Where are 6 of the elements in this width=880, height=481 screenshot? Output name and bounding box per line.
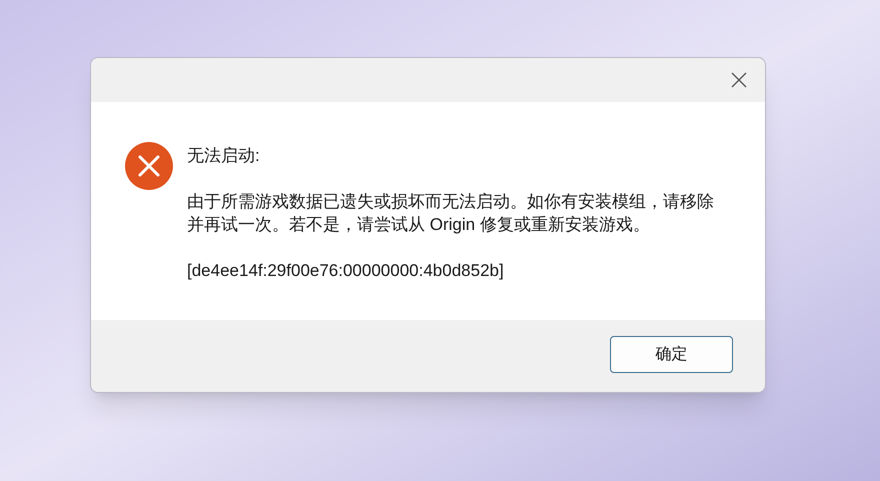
error-icon: [125, 142, 173, 190]
ok-button[interactable]: 确定: [610, 336, 733, 373]
error-code: [de4ee14f:29f00e76:00000000:4b0d852b]: [187, 260, 505, 282]
error-heading: 无法启动:: [187, 145, 261, 167]
error-message: 由于所需游戏数据已遗失或损坏而无法启动。如你有安装模组，请移除并再试一次。若不是，请尝试从 Origin 修复或重新安装游戏。: [187, 191, 715, 236]
close-icon[interactable]: [729, 70, 749, 90]
